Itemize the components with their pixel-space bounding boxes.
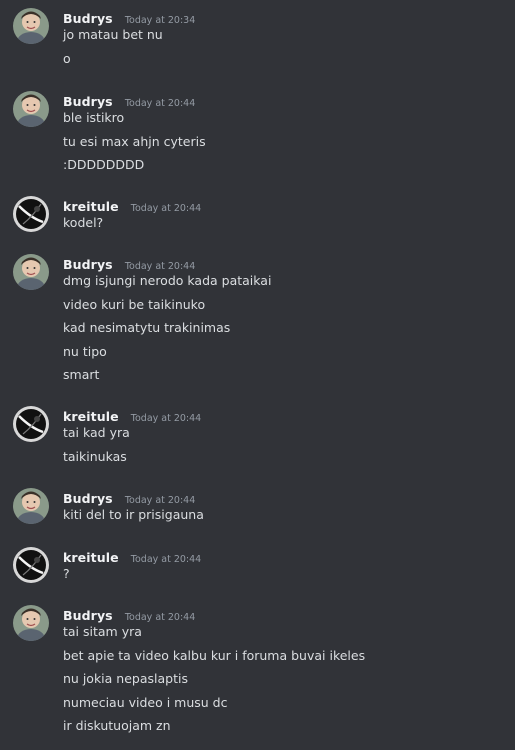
message-header: Budrys Today at 20:34	[63, 8, 195, 26]
user-avatar-dark-icon[interactable]	[13, 547, 49, 583]
message-text: nu jokia nepaslaptis	[63, 671, 188, 686]
message-text: kiti del to ir prisigauna	[63, 507, 204, 522]
timestamp: Today at 20:44	[124, 612, 196, 623]
message-lines: ?	[63, 565, 70, 589]
message-text: kad nesimatytu trakinimas	[63, 320, 231, 335]
author-name[interactable]: Budrys	[63, 94, 113, 109]
message-header: Budrys Today at 20:44	[63, 605, 195, 623]
message-header: kreitule Today at 20:44	[63, 547, 201, 565]
message-text: tu esi max ahjn cyteris	[63, 133, 206, 149]
message-lines: dmg isjungi nerodo kada pataikai video k…	[63, 272, 271, 390]
message-lines: tai sitam yra bet apie ta video kalbu ku…	[63, 623, 365, 741]
timestamp: Today at 20:44	[124, 98, 196, 109]
author-name[interactable]: kreitule	[63, 550, 119, 565]
message-text: dmg isjungi nerodo kada pataikai	[63, 273, 272, 288]
message-header: Budrys Today at 20:44	[63, 488, 195, 506]
message-header: kreitule Today at 20:44	[63, 196, 201, 214]
message-text: taikinukas	[63, 448, 127, 464]
user-avatar-photo-icon[interactable]	[13, 8, 49, 44]
message-text: ble istikro	[63, 110, 125, 125]
message-lines: kodel?	[63, 214, 103, 238]
message-text: :DDDDDDDD	[63, 157, 145, 172]
user-avatar-dark-icon[interactable]	[13, 196, 49, 232]
author-name[interactable]: Budrys	[63, 257, 113, 272]
timestamp: Today at 20:44	[130, 413, 202, 424]
author-name[interactable]: Budrys	[63, 11, 113, 26]
chat-message-list: Budrys Today at 20:34 jo matau bet nu o …	[0, 0, 515, 750]
message-text: numeciau video i musu dc	[63, 694, 228, 710]
message-text: o	[63, 50, 71, 66]
user-avatar-dark-icon[interactable]	[13, 406, 49, 442]
user-avatar-photo-icon[interactable]	[13, 605, 49, 641]
timestamp: Today at 20:44	[130, 554, 202, 565]
timestamp: Today at 20:34	[124, 15, 196, 26]
message-text: video kuri be taikinuko	[63, 296, 206, 312]
message-lines: ble istikro tu esi max ahjn cyteris :DDD…	[63, 109, 206, 180]
message-text: ?	[63, 566, 70, 581]
author-name[interactable]: Budrys	[63, 608, 113, 623]
author-name[interactable]: Budrys	[63, 491, 113, 506]
message-lines: kiti del to ir prisigauna	[63, 506, 204, 530]
message-header: Budrys Today at 20:44	[63, 254, 195, 272]
timestamp: Today at 20:44	[124, 495, 196, 506]
user-avatar-photo-icon[interactable]	[13, 254, 49, 290]
message-text: tai kad yra	[63, 425, 130, 440]
user-avatar-photo-icon[interactable]	[13, 91, 49, 127]
message-text: nu tipo	[63, 343, 107, 359]
timestamp: Today at 20:44	[130, 203, 202, 214]
message-header: Budrys Today at 20:44	[63, 91, 195, 109]
message-text: tai sitam yra	[63, 624, 142, 639]
message-text: kodel?	[63, 215, 104, 230]
message-text: ir diskutuojam zn	[63, 718, 171, 733]
author-name[interactable]: kreitule	[63, 409, 119, 424]
user-avatar-photo-icon[interactable]	[13, 488, 49, 524]
message-header: kreitule Today at 20:44	[63, 406, 201, 424]
message-lines: tai kad yra taikinukas	[63, 424, 130, 471]
message-text: jo matau bet nu	[63, 27, 163, 42]
message-text: smart	[63, 367, 100, 382]
author-name[interactable]: kreitule	[63, 199, 119, 214]
message-text: bet apie ta video kalbu kur i foruma buv…	[63, 647, 366, 663]
timestamp: Today at 20:44	[124, 261, 196, 272]
message-lines: jo matau bet nu o	[63, 26, 163, 73]
